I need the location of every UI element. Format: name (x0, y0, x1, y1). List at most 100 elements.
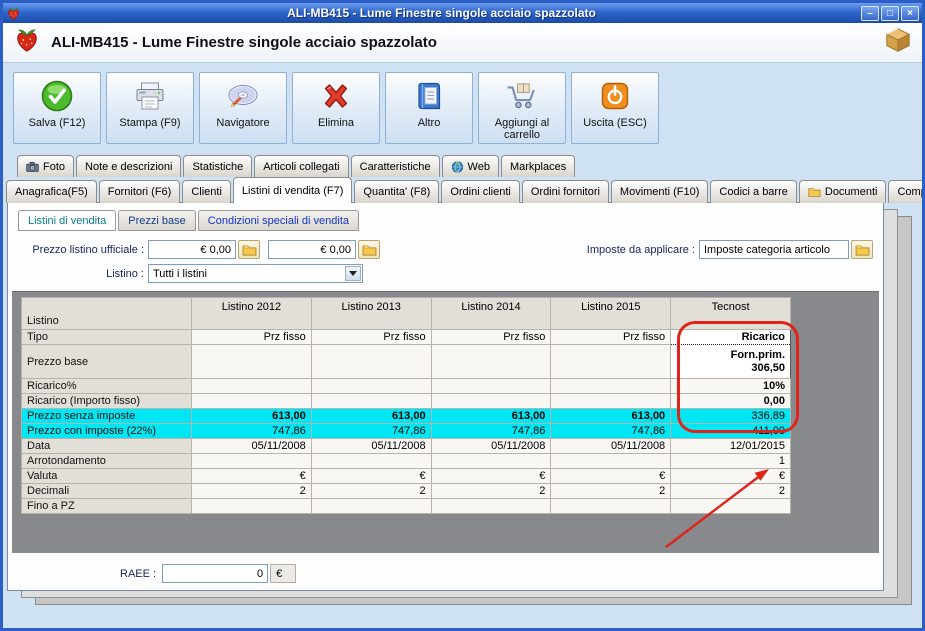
tab-documenti[interactable]: Documenti (798, 180, 887, 203)
grid-cell[interactable]: 12/01/2015 (670, 438, 791, 454)
grid-cell[interactable]: Prz fisso (310, 329, 432, 345)
grid-cell[interactable]: 747,86 (310, 423, 432, 439)
grid-cell[interactable]: € (550, 468, 672, 484)
subtab-prezzi-base[interactable]: Prezzi base (118, 210, 196, 231)
tab-caratteristiche[interactable]: Caratteristiche (350, 155, 440, 177)
tab-anagrafica-f5[interactable]: Anagrafica(F5) (6, 180, 97, 203)
grid-cell[interactable] (550, 453, 672, 469)
grid-cell[interactable] (430, 378, 552, 394)
grid-cell[interactable]: 10% (670, 378, 791, 394)
grid-cell[interactable]: 747,86 (550, 423, 672, 439)
grid-column-header[interactable]: Tecnost (670, 297, 791, 330)
grid-cell[interactable] (310, 453, 432, 469)
grid-cell[interactable]: 2 (430, 483, 552, 499)
grid-cell[interactable] (550, 498, 672, 514)
salva-button[interactable]: Salva (F12) (13, 72, 101, 144)
minimize-button[interactable]: – (861, 5, 879, 21)
grid-cell[interactable]: 613,00 (550, 408, 672, 424)
grid-cell[interactable] (191, 344, 312, 379)
grid-cell[interactable]: 05/11/2008 (550, 438, 672, 454)
tab-web[interactable]: Web (441, 155, 499, 177)
grid-cell[interactable]: 2 (670, 483, 791, 499)
tab-quantita-f8[interactable]: Quantita' (F8) (354, 180, 440, 203)
tab-note-e-descrizioni[interactable]: Note e descrizioni (76, 155, 182, 177)
raee-input[interactable]: 0 (162, 564, 269, 583)
subtab-condizioni-speciali-di-vendita[interactable]: Condizioni speciali di vendita (197, 210, 360, 231)
tab-articoli-collegati[interactable]: Articoli collegati (254, 155, 349, 177)
folder-lookup-button[interactable] (358, 240, 380, 259)
grid-cell[interactable]: Ricarico (670, 329, 791, 345)
grid-cell[interactable]: Prz fisso (430, 329, 552, 345)
grid-cell[interactable] (430, 498, 552, 514)
grid-cell[interactable] (430, 393, 552, 409)
grid-column-header[interactable]: Listino 2015 (550, 297, 672, 330)
folder-lookup-button[interactable] (238, 240, 260, 259)
folder-lookup-button[interactable] (851, 240, 873, 259)
grid-cell[interactable]: € (310, 468, 432, 484)
navigatore-button[interactable]: Navigatore (199, 72, 287, 144)
close-button[interactable]: × (901, 5, 919, 21)
tab-composizioni[interactable]: Composizioni (888, 180, 922, 203)
grid-cell[interactable] (191, 498, 312, 514)
elimina-button[interactable]: Elimina (292, 72, 380, 144)
grid-cell[interactable]: 2 (191, 483, 312, 499)
grid-cell[interactable] (550, 344, 672, 379)
tab-foto[interactable]: Foto (17, 155, 75, 177)
grid-cell[interactable]: 2 (550, 483, 672, 499)
prezzo-ufficiale-input-1[interactable]: € 0,00 (148, 240, 236, 259)
listino-select[interactable]: Tutti i listini (148, 264, 363, 283)
grid-cell[interactable]: 613,00 (430, 408, 552, 424)
tab-clienti[interactable]: Clienti (182, 180, 231, 203)
grid-cell[interactable]: 411,00 (670, 423, 791, 439)
tab-statistiche[interactable]: Statistiche (183, 155, 253, 177)
grid-cell[interactable]: € (430, 468, 552, 484)
grid-cell[interactable]: Forn.prim. 306,50 (670, 344, 791, 379)
grid-cell[interactable] (430, 453, 552, 469)
grid-cell[interactable]: € (191, 468, 312, 484)
grid-cell[interactable]: 613,00 (310, 408, 432, 424)
tab-markplaces[interactable]: Markplaces (500, 155, 576, 177)
maximize-button[interactable]: □ (881, 5, 899, 21)
grid-cell[interactable] (310, 498, 432, 514)
grid-cell[interactable]: 0,00 (670, 393, 791, 409)
grid-cell[interactable] (310, 393, 432, 409)
grid-cell[interactable]: 336,89 (670, 408, 791, 424)
grid-cell[interactable] (310, 344, 432, 379)
altro-button[interactable]: Altro (385, 72, 473, 144)
tab-fornitori-f6[interactable]: Fornitori (F6) (98, 180, 181, 203)
grid-cell[interactable] (310, 378, 432, 394)
prezzo-ufficiale-input-2[interactable]: € 0,00 (268, 240, 356, 259)
grid-cell[interactable]: 747,86 (430, 423, 552, 439)
grid-cell[interactable]: € (670, 468, 791, 484)
grid-cell[interactable] (191, 453, 312, 469)
grid-cell[interactable]: Prz fisso (191, 329, 312, 345)
grid-cell[interactable]: 05/11/2008 (430, 438, 552, 454)
tab-ordini-fornitori[interactable]: Ordini fornitori (521, 180, 609, 203)
grid-cell[interactable]: Prz fisso (550, 329, 672, 345)
tab-listini-di-vendita-f7[interactable]: Listini di vendita (F7) (232, 177, 353, 203)
grid-cell[interactable]: 2 (310, 483, 432, 499)
grid-cell[interactable] (550, 378, 672, 394)
imposte-input[interactable]: Imposte categoria articolo (699, 240, 849, 259)
grid-cell[interactable]: 747,86 (191, 423, 312, 439)
grid-cell[interactable] (430, 344, 552, 379)
grid-cell[interactable]: 05/11/2008 (310, 438, 432, 454)
grid-cell[interactable]: 1 (670, 453, 791, 469)
grid-cell[interactable] (670, 498, 791, 514)
stampa-button[interactable]: Stampa (F9) (106, 72, 194, 144)
grid-cell[interactable] (191, 378, 312, 394)
tab-codici-a-barre[interactable]: Codici a barre (710, 180, 797, 203)
grid-cell[interactable]: 05/11/2008 (191, 438, 312, 454)
grid-column-header[interactable]: Listino 2014 (430, 297, 552, 330)
aggiungi-carrello-button[interactable]: Aggiungi al carrello (478, 72, 566, 144)
subtab-listini-di-vendita[interactable]: Listini di vendita (18, 210, 117, 231)
tab-ordini-clienti[interactable]: Ordini clienti (441, 180, 520, 203)
uscita-button[interactable]: Uscita (ESC) (571, 72, 659, 144)
tab-movimenti-f10[interactable]: Movimenti (F10) (610, 180, 709, 203)
chevron-down-icon[interactable] (345, 266, 361, 281)
grid-column-header[interactable]: Listino 2012 (191, 297, 312, 330)
grid-cell[interactable] (550, 393, 672, 409)
grid-cell[interactable] (191, 393, 312, 409)
grid-column-header[interactable]: Listino 2013 (310, 297, 432, 330)
grid-cell[interactable]: 613,00 (191, 408, 312, 424)
